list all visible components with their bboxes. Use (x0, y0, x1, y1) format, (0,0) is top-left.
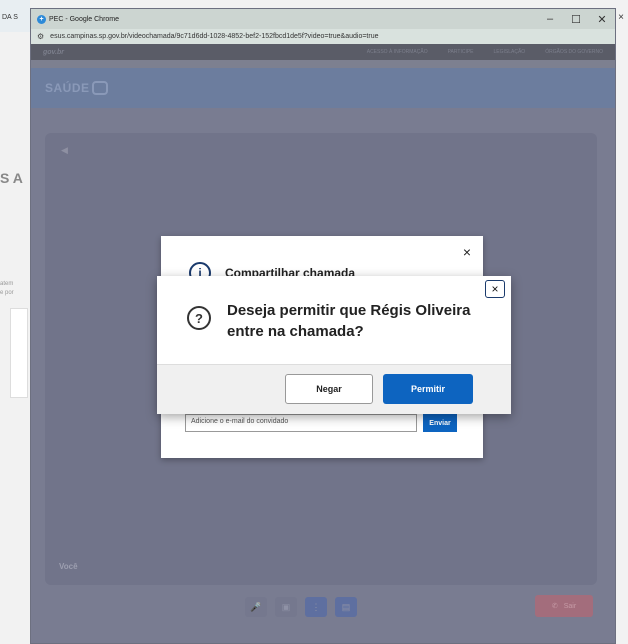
chrome-popup-window: + PEC - Google Chrome – ☐ ✕ ⚙ esus.campi… (30, 8, 616, 644)
maximize-button[interactable]: ☐ (563, 9, 589, 29)
send-invite-button[interactable]: Enviar (423, 414, 457, 432)
site-settings-icon[interactable]: ⚙ (37, 32, 44, 41)
share-close-button[interactable]: × (463, 244, 471, 260)
confirm-footer: Negar Permitir (157, 364, 511, 414)
camera-icon[interactable]: ▣ (275, 597, 297, 617)
deny-button[interactable]: Negar (285, 374, 373, 404)
permit-entry-dialog: × ? Deseja permitir que Régis Oliveira e… (157, 276, 511, 414)
address-bar[interactable]: ⚙ esus.campinas.sp.gov.br/videochamada/9… (31, 29, 615, 44)
confirm-message: Deseja permitir que Régis Oliveira entre… (227, 302, 471, 340)
saude-logo: SAÚDE (45, 81, 108, 95)
gov-bar: gov.br ACESSO À INFORMAÇÃO PARTICIPE LEG… (31, 44, 615, 60)
minimize-button[interactable]: – (537, 9, 563, 29)
more-options-icon[interactable]: ⋮ (305, 597, 327, 617)
phone-icon: ✆ (551, 603, 558, 610)
microphone-icon[interactable]: 🎤 (245, 597, 267, 617)
window-title: PEC - Google Chrome (49, 15, 120, 23)
window-titlebar: + PEC - Google Chrome – ☐ ✕ (31, 9, 615, 29)
page-spacer (31, 60, 615, 68)
self-video-label: Você (59, 562, 78, 571)
call-controls: 🎤 ▣ ⋮ ▤ (245, 597, 357, 617)
saude-cross-icon (91, 81, 108, 95)
saude-header: SAÚDE (31, 68, 615, 108)
hangup-button[interactable]: ✆ Sair (535, 595, 593, 617)
background-card (10, 308, 28, 398)
confirm-close-button[interactable]: × (485, 280, 505, 298)
brand-text: SAÚDE (45, 81, 90, 95)
background-close-icon[interactable]: × (618, 12, 624, 23)
background-text: atem e por (0, 281, 14, 296)
chat-icon[interactable]: ▤ (335, 597, 357, 617)
background-tab-text: DA S (0, 0, 30, 32)
gov-logo[interactable]: gov.br (43, 49, 64, 56)
url-text: esus.campinas.sp.gov.br/videochamada/9c7… (50, 33, 379, 40)
close-window-button[interactable]: ✕ (589, 9, 615, 29)
allow-button[interactable]: Permitir (383, 374, 473, 404)
pec-favicon-icon: + (37, 14, 46, 24)
gov-link-participe[interactable]: PARTICIPE (448, 49, 474, 55)
gov-link-legislacao[interactable]: LEGISLAÇÃO (494, 49, 526, 55)
hangup-label: Sair (563, 602, 577, 610)
gov-link-acesso[interactable]: ACESSO À INFORMAÇÃO (367, 49, 428, 55)
question-icon: ? (187, 306, 211, 330)
gov-link-orgaos[interactable]: ÓRGÃOS DO GOVERNO (545, 49, 603, 55)
back-arrow-icon[interactable]: ◀ (61, 145, 68, 156)
background-heading: S A (0, 170, 23, 186)
guest-email-input[interactable]: Adicione o e-mail do convidado (185, 414, 417, 432)
